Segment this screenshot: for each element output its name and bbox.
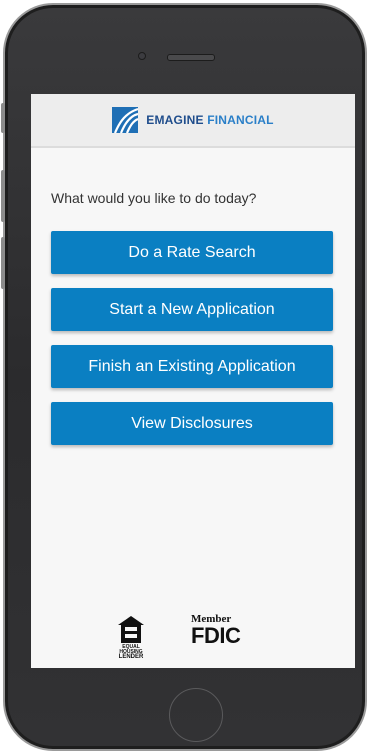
rate-search-button[interactable]: Do a Rate Search xyxy=(51,231,333,274)
fdic-logo: Member FDIC xyxy=(191,613,251,647)
finish-application-button[interactable]: Finish an Existing Application xyxy=(51,345,333,388)
front-camera xyxy=(138,52,146,60)
new-application-button[interactable]: Start a New Application xyxy=(51,288,333,331)
earpiece-speaker xyxy=(167,54,215,61)
brand-name: EMAGINE FINANCIAL xyxy=(146,113,273,127)
brand-second-word: FINANCIAL xyxy=(207,113,274,127)
home-button[interactable] xyxy=(169,688,223,742)
brand-first-word: EMAGINE xyxy=(146,113,204,127)
view-disclosures-button[interactable]: View Disclosures xyxy=(51,402,333,445)
phone-mute-switch xyxy=(1,103,5,133)
emagine-logo-icon xyxy=(112,107,139,133)
equal-housing-line2: LENDER xyxy=(118,654,144,660)
page-prompt: What would you like to do today? xyxy=(51,190,257,206)
equal-housing-label: EQUAL HOUSING LENDER xyxy=(115,645,147,661)
phone-volume-up xyxy=(1,170,5,222)
footer-logos: EQUAL HOUSING LENDER Member FDIC xyxy=(31,609,355,661)
phone-volume-down xyxy=(1,237,5,289)
fdic-name-text: FDIC xyxy=(191,623,241,648)
equal-housing-icon xyxy=(118,616,144,643)
app-screen: EMAGINE FINANCIAL What would you like to… xyxy=(31,94,355,668)
app-header: EMAGINE FINANCIAL xyxy=(31,94,355,148)
